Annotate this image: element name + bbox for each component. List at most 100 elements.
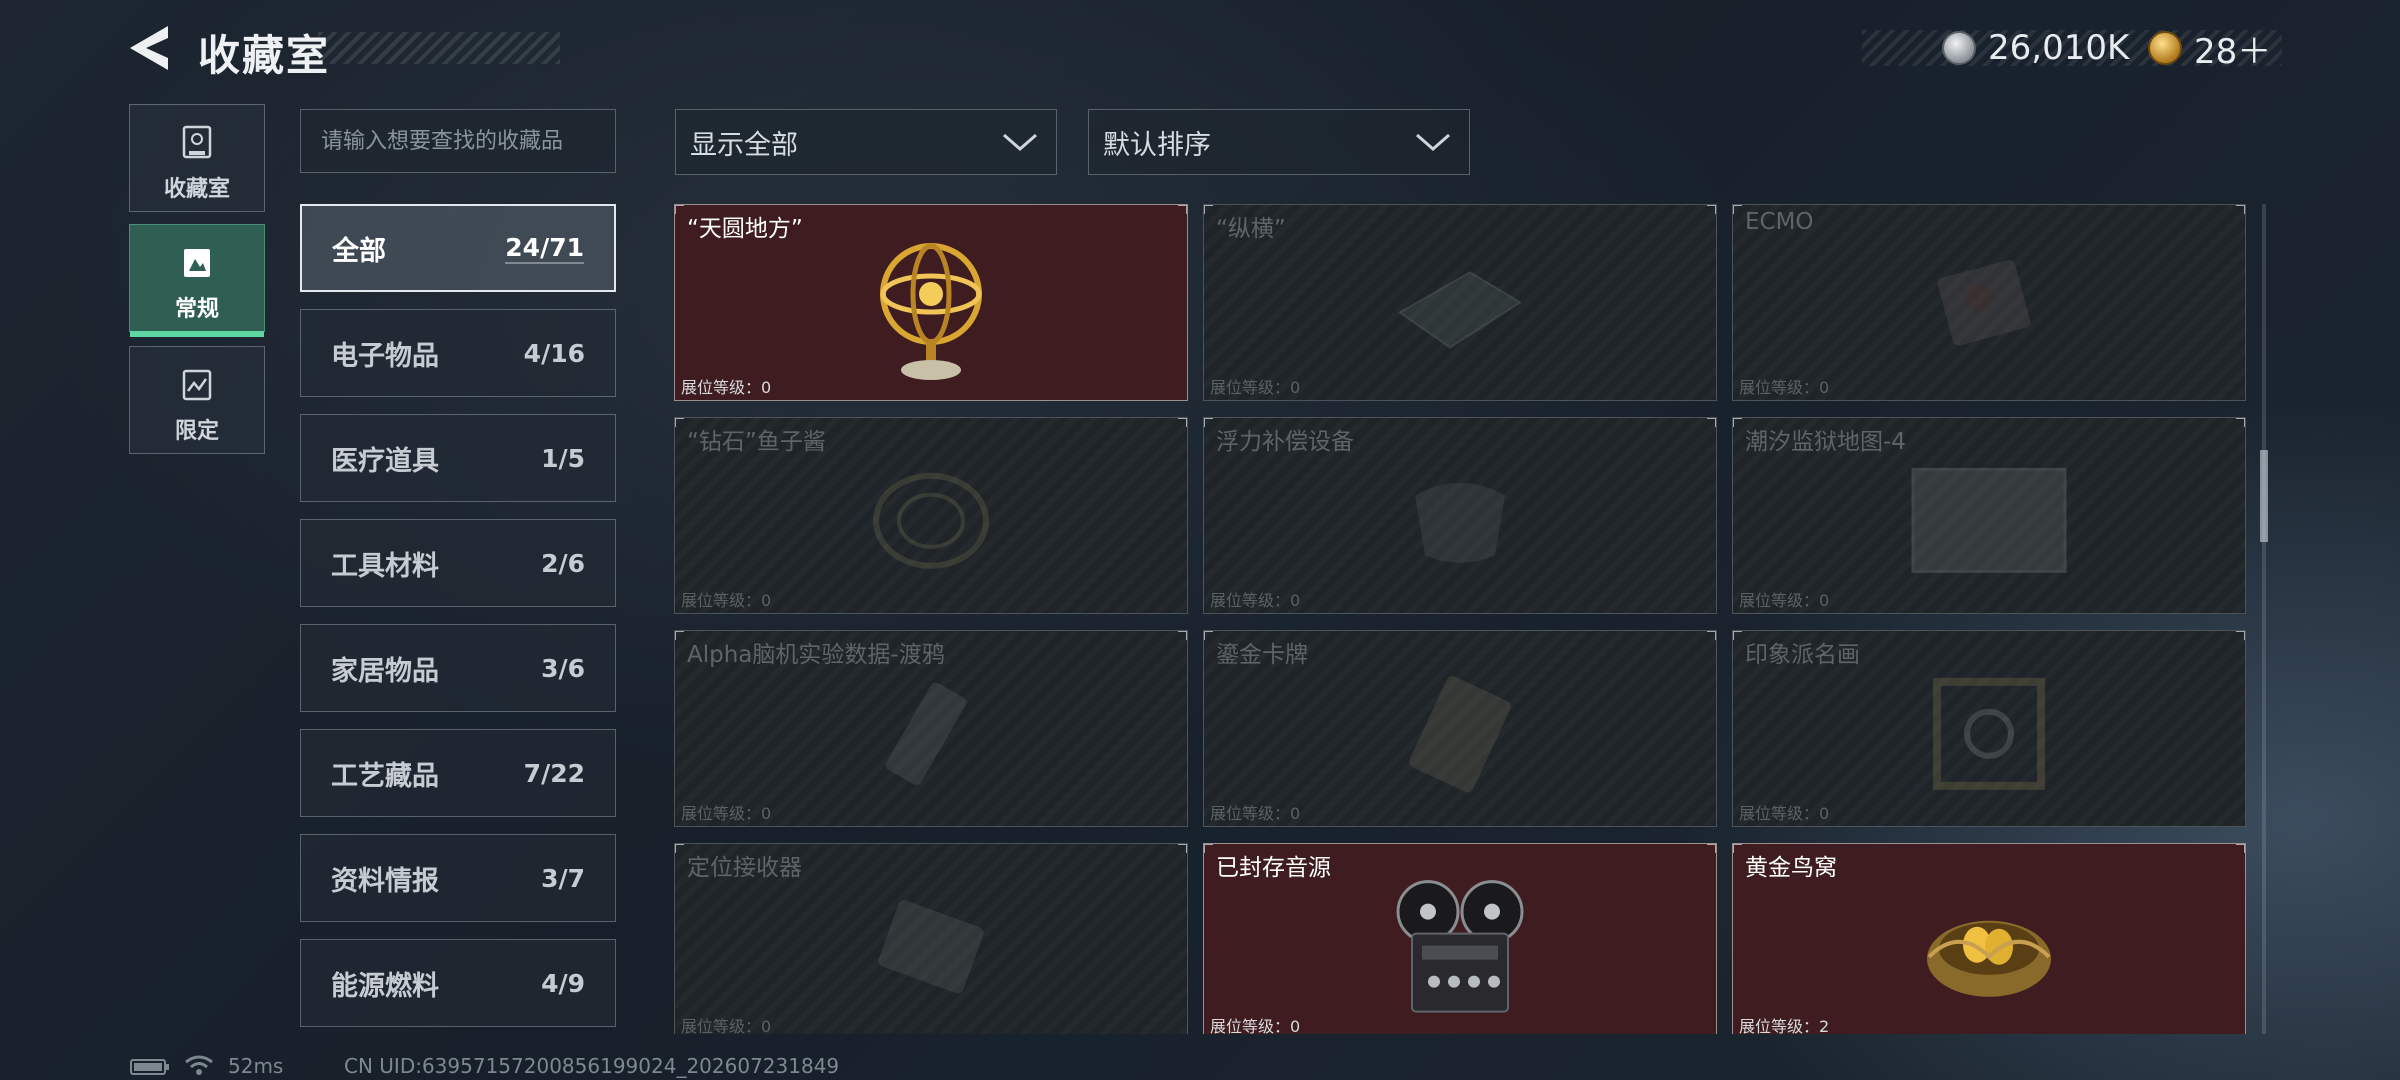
item-level: 展位等级：2	[1739, 1017, 1830, 1034]
item-level: 展位等级：0	[1210, 378, 1301, 397]
currency-gold[interactable]: 28＋	[2148, 26, 2272, 72]
category-count: 3/6	[541, 653, 585, 683]
caviar-tin-icon	[873, 472, 989, 569]
collection-grid: “天圆地方” 展位等级：0 “纵横” 展位等级：0 ECMO 展位等级：0 “钻…	[674, 204, 2246, 1034]
trophy-icon	[182, 125, 212, 159]
painting-icon	[1933, 677, 2045, 790]
item-level: 展位等级：0	[1739, 591, 1830, 610]
category-name: 医疗道具	[331, 445, 439, 477]
rail-tab-label: 收藏室	[163, 177, 230, 202]
sort-dropdown[interactable]: 默认排序	[1088, 109, 1470, 175]
rail-tab-label: 常规	[174, 297, 219, 322]
category-count: 3/7	[541, 863, 585, 893]
category-all[interactable]: 全部 24/71	[300, 204, 616, 292]
category-name: 全部	[332, 235, 386, 267]
receiver-icon	[878, 899, 984, 993]
item-level: 展位等级：0	[681, 804, 772, 823]
rail-tab-label: 限定	[174, 419, 219, 444]
collection-item-card[interactable]: 浮力补偿设备 展位等级：0	[1203, 417, 1717, 614]
ecmo-device-icon	[1937, 259, 2031, 346]
filter-show-value: 显示全部	[690, 129, 798, 161]
collection-item-card[interactable]: 定位接收器 展位等级：0	[674, 843, 1188, 1034]
item-name: 黄金鸟窝	[1745, 855, 1837, 881]
item-name: 浮力补偿设备	[1216, 429, 1354, 455]
category-name: 工具材料	[331, 550, 439, 582]
sort-value: 默认排序	[1103, 129, 1211, 161]
buoyancy-vest-icon	[1415, 482, 1505, 563]
category-name: 资料情报	[331, 865, 439, 897]
item-level: 展位等级：0	[1739, 804, 1830, 823]
category-energy[interactable]: 能源燃料 4/9	[300, 939, 616, 1027]
chevron-down-icon	[1416, 133, 1450, 151]
rail-tab-regular[interactable]: 常规	[129, 224, 265, 337]
search-input[interactable]	[300, 109, 616, 173]
category-medical[interactable]: 医疗道具 1/5	[300, 414, 616, 502]
item-level: 展位等级：0	[1210, 1017, 1301, 1034]
collection-item-card[interactable]: 潮汐监狱地图-4 展位等级：0	[1732, 417, 2246, 614]
item-level: 展位等级：0	[681, 591, 772, 610]
gold-coin-icon	[2148, 31, 2182, 65]
item-level: 展位等级：0	[1739, 378, 1830, 397]
category-name: 电子物品	[331, 340, 439, 372]
category-crafts[interactable]: 工艺藏品 7/22	[300, 729, 616, 817]
collection-item-card[interactable]: “钻石”鱼子酱 展位等级：0	[674, 417, 1188, 614]
category-count: 4/16	[523, 338, 585, 368]
item-name: 鎏金卡牌	[1216, 642, 1308, 668]
chevron-down-icon	[1003, 133, 1037, 151]
item-name: 定位接收器	[687, 855, 802, 881]
rail-tab-limited[interactable]: 限定	[129, 346, 265, 454]
category-name: 家居物品	[331, 655, 439, 687]
golden-nest-icon	[1927, 920, 2051, 997]
category-name: 工艺藏品	[331, 760, 439, 792]
category-count: 7/22	[523, 758, 585, 788]
category-count: 1/5	[541, 443, 585, 473]
item-name: Alpha脑机实验数据-渡鸦	[687, 642, 945, 668]
collection-item-card[interactable]: Alpha脑机实验数据-渡鸦 展位等级：0	[674, 630, 1188, 827]
chessboard-icon	[1398, 270, 1522, 349]
reel-tape-recorder-icon	[1396, 879, 1524, 1013]
filter-show-dropdown[interactable]: 显示全部	[675, 109, 1057, 175]
category-count: 24/71	[505, 232, 584, 264]
wifi-icon	[185, 1055, 213, 1075]
item-level: 展位等级：0	[681, 1017, 772, 1034]
category-electronics[interactable]: 电子物品 4/16	[300, 309, 616, 397]
item-level: 展位等级：0	[1210, 804, 1301, 823]
collection-item-card[interactable]: 已封存音源 展位等级：0	[1203, 843, 1717, 1034]
back-arrow-icon[interactable]	[128, 24, 172, 72]
collection-item-card[interactable]: 印象派名画 展位等级：0	[1732, 630, 2246, 827]
item-level: 展位等级：0	[681, 378, 772, 397]
currency-gold-value: 28＋	[2194, 31, 2272, 72]
item-name: “天圆地方”	[687, 216, 803, 242]
item-name: 印象派名画	[1745, 642, 1860, 668]
silver-coin-icon	[1942, 31, 1976, 65]
scrollbar-track[interactable]	[2262, 204, 2266, 1034]
rail-tab-collection[interactable]: 收藏室	[129, 104, 265, 212]
collection-item-card[interactable]: “天圆地方” 展位等级：0	[674, 204, 1188, 401]
display-icon	[184, 249, 210, 277]
item-name: “钻石”鱼子酱	[687, 429, 826, 455]
page-title: 收藏室	[198, 31, 331, 80]
category-count: 2/6	[541, 548, 585, 578]
category-count: 4/9	[541, 968, 585, 998]
item-name: 潮汐监狱地图-4	[1745, 429, 1906, 455]
category-tools[interactable]: 工具材料 2/6	[300, 519, 616, 607]
map-icon	[1911, 467, 2067, 573]
ping-text: 52ms	[228, 1054, 284, 1078]
collection-item-card[interactable]: 鎏金卡牌 展位等级：0	[1203, 630, 1717, 827]
item-name: 已封存音源	[1216, 855, 1331, 881]
uid-text: CN UID:6395715720085619902​4_20260723184…	[344, 1054, 840, 1078]
battery-icon	[130, 1059, 169, 1075]
collection-item-card[interactable]: 黄金鸟窝 展位等级：2	[1732, 843, 2246, 1034]
currency-silver: 26,010K	[1942, 26, 2129, 70]
data-drive-icon	[885, 682, 967, 785]
scrollbar-thumb[interactable]	[2260, 450, 2268, 542]
collection-item-card[interactable]: “纵横” 展位等级：0	[1203, 204, 1717, 401]
armillary-sphere-icon	[880, 242, 982, 380]
collection-item-card[interactable]: ECMO 展位等级：0	[1732, 204, 2246, 401]
currency-silver-value: 26,010K	[1988, 28, 2130, 68]
item-level: 展位等级：0	[1210, 591, 1301, 610]
card-icon	[1409, 675, 1511, 792]
chart-icon	[182, 369, 212, 401]
category-household[interactable]: 家居物品 3/6	[300, 624, 616, 712]
category-intel[interactable]: 资料情报 3/7	[300, 834, 616, 922]
